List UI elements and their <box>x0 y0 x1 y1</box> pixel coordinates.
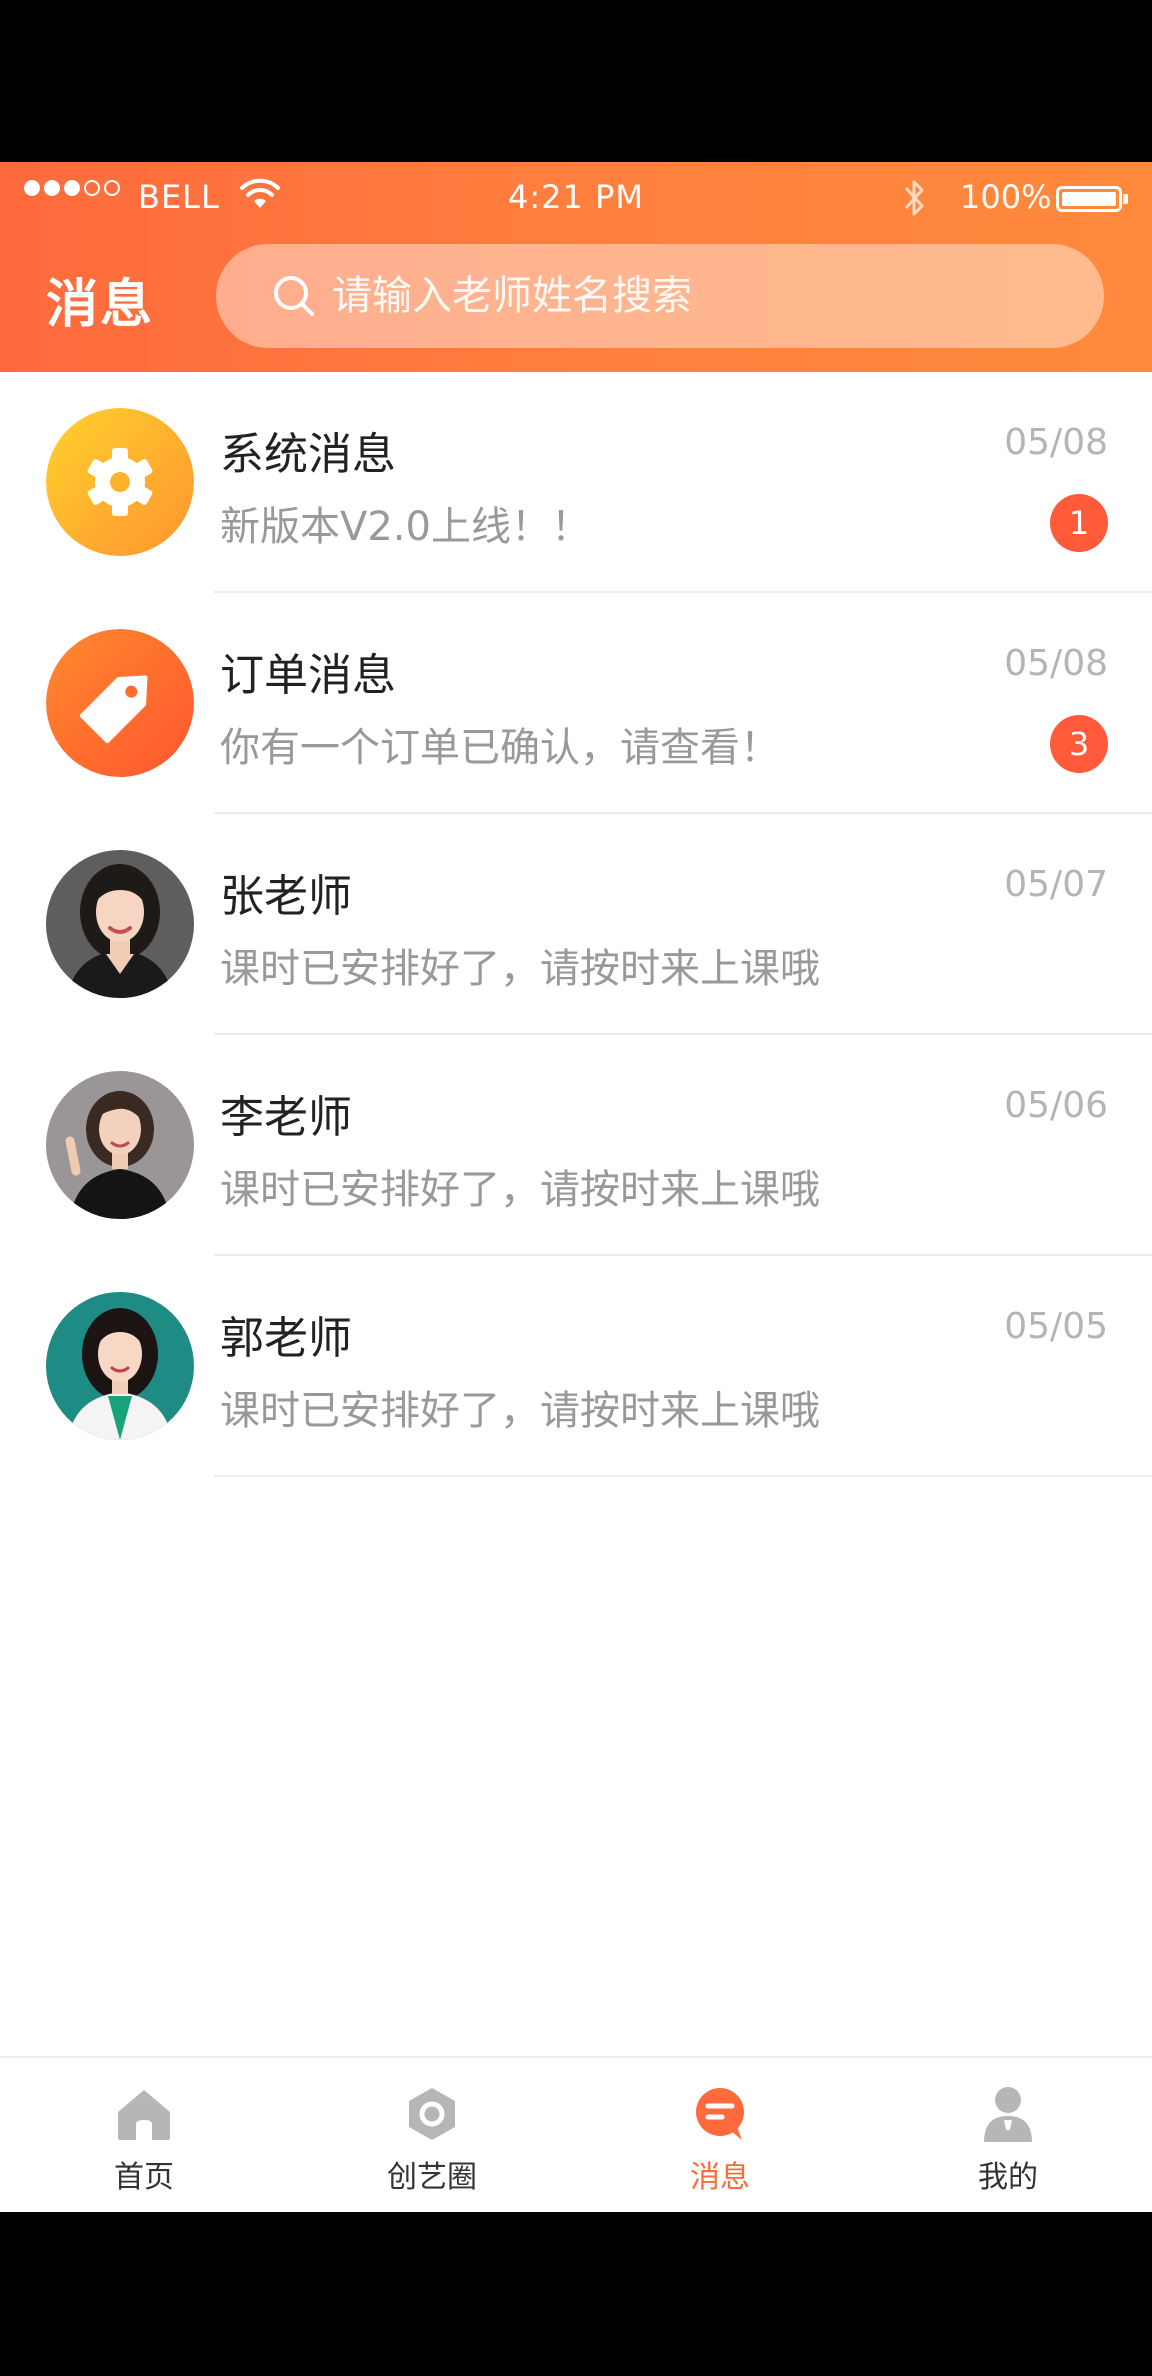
message-date: 05/06 <box>1004 1085 1108 1126</box>
tab-label: 消息 <box>690 2160 750 2195</box>
tab-home[interactable]: 首页 <box>0 2058 288 2212</box>
gear-icon <box>46 408 194 556</box>
battery-percent: 100% <box>960 178 1052 216</box>
message-preview: 课时已安排好了，请按时来上课哦 <box>220 1388 820 1434</box>
bluetooth-icon <box>904 180 924 216</box>
message-title: 系统消息 <box>220 429 396 480</box>
tab-label: 创艺圈 <box>387 2160 477 2195</box>
avatar <box>46 850 194 998</box>
teacher-photo <box>46 1292 194 1440</box>
list-item-system[interactable]: 系统消息 新版本V2.0上线！！ 05/08 1 <box>0 372 1152 593</box>
header: BELL 4:21 PM 100% 消息 <box>0 162 1152 372</box>
message-title: 张老师 <box>220 871 352 922</box>
tab-bar: 首页 创艺圈 消息 我的 <box>0 2056 1152 2212</box>
battery-icon <box>1056 186 1128 212</box>
tag-icon <box>46 629 194 777</box>
messages-screen: BELL 4:21 PM 100% 消息 请输入老师姓名搜索 系统消息 新版本V… <box>0 162 1152 2212</box>
order-avatar <box>46 629 194 777</box>
unread-badge: 3 <box>1050 715 1108 773</box>
search-bar[interactable] <box>216 244 1104 348</box>
tab-label: 首页 <box>114 2160 174 2195</box>
message-date: 05/08 <box>1004 422 1108 463</box>
avatar <box>46 1292 194 1440</box>
list-item-teacher-zhang[interactable]: 张老师 课时已安排好了，请按时来上课哦 05/07 <box>0 814 1152 1035</box>
divider <box>214 1475 1152 1477</box>
search-input[interactable] <box>330 272 1094 320</box>
message-date: 05/05 <box>1004 1306 1108 1347</box>
list-item-teacher-guo[interactable]: 郭老师 课时已安排好了，请按时来上课哦 05/05 <box>0 1256 1152 1477</box>
tab-messages[interactable]: 消息 <box>576 2058 864 2212</box>
user-icon <box>984 2087 1032 2142</box>
tab-profile[interactable]: 我的 <box>864 2058 1152 2212</box>
list-item-order[interactable]: 订单消息 你有一个订单已确认，请查看！ 05/08 3 <box>0 593 1152 814</box>
message-title: 李老师 <box>220 1092 352 1143</box>
tab-label: 我的 <box>978 2160 1038 2195</box>
message-preview: 新版本V2.0上线！！ <box>220 504 591 550</box>
message-title: 订单消息 <box>220 650 396 701</box>
system-avatar <box>46 408 194 556</box>
list-item-teacher-li[interactable]: 李老师 课时已安排好了，请按时来上课哦 05/06 <box>0 1035 1152 1256</box>
message-preview: 课时已安排好了，请按时来上课哦 <box>220 946 820 992</box>
tab-circle[interactable]: 创艺圈 <box>288 2058 576 2212</box>
search-icon <box>274 276 314 316</box>
teacher-photo <box>46 850 194 998</box>
message-date: 05/07 <box>1004 864 1108 905</box>
message-list: 系统消息 新版本V2.0上线！！ 05/08 1 订单消息 你有一个订单已确认，… <box>0 372 1152 1477</box>
message-title: 郭老师 <box>220 1313 352 1364</box>
message-preview: 课时已安排好了，请按时来上课哦 <box>220 1167 820 1213</box>
home-icon <box>118 2090 170 2140</box>
message-preview: 你有一个订单已确认，请查看！ <box>220 725 780 771</box>
page-title: 消息 <box>46 275 155 335</box>
message-icon <box>696 2088 744 2140</box>
unread-badge: 1 <box>1050 494 1108 552</box>
hexagon-icon <box>409 2088 455 2140</box>
status-bar: BELL 4:21 PM 100% <box>0 162 1152 234</box>
message-date: 05/08 <box>1004 643 1108 684</box>
teacher-photo <box>46 1071 194 1219</box>
avatar <box>46 1071 194 1219</box>
